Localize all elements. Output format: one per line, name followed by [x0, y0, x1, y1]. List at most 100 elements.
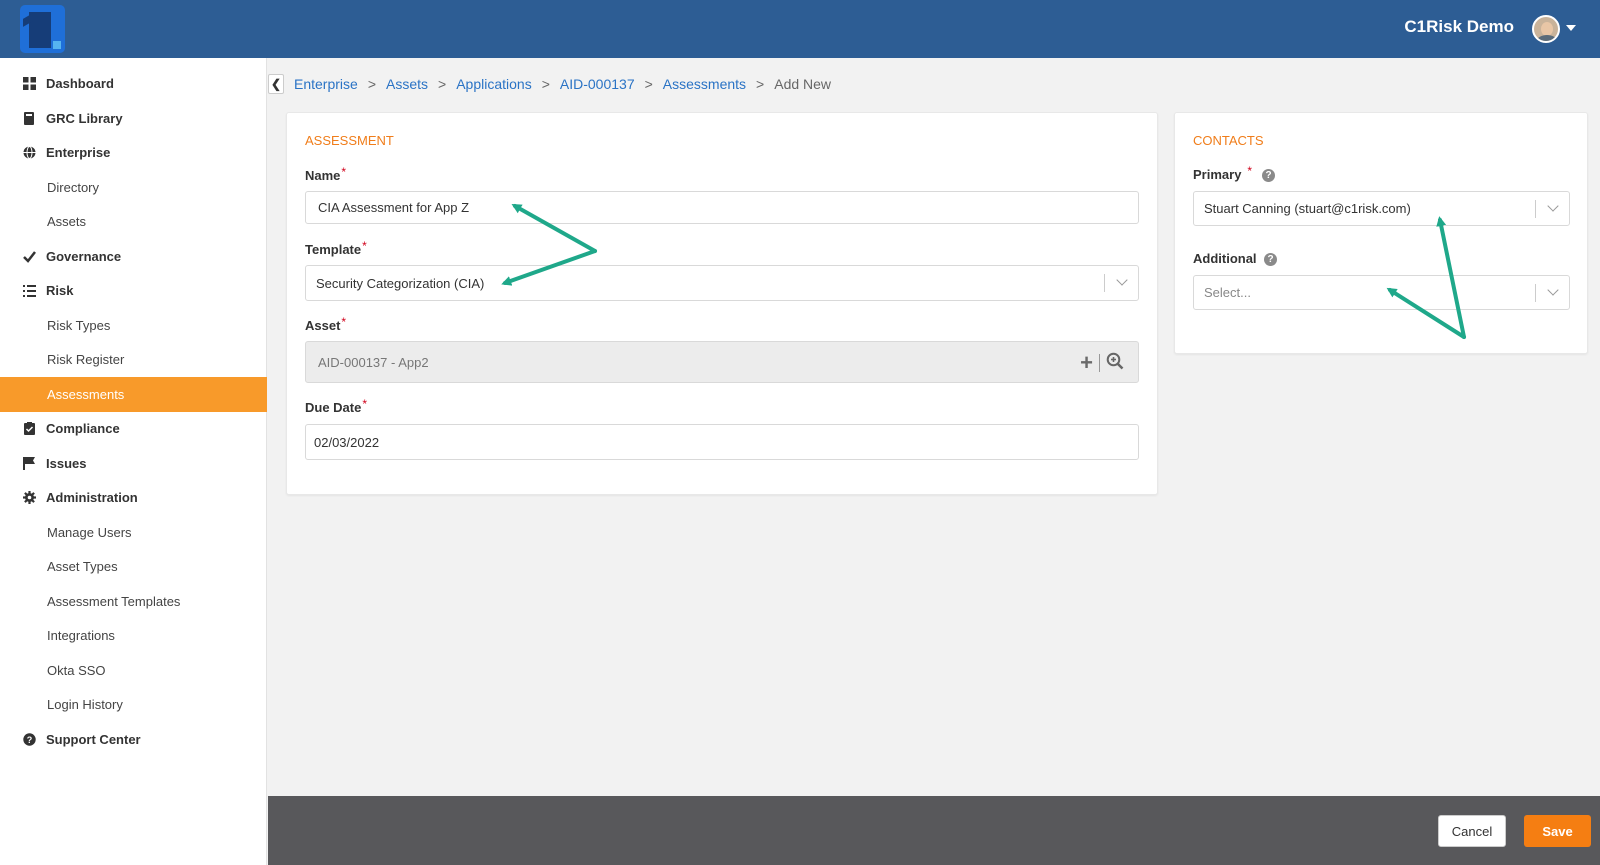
sidebar-item-label: Directory — [47, 180, 100, 195]
dashboard-icon — [22, 77, 36, 91]
chevron-down-icon[interactable] — [1547, 200, 1559, 212]
additional-contacts-placeholder: Select... — [1204, 285, 1251, 300]
chevron-down-icon[interactable] — [1547, 284, 1559, 296]
sidebar-item-label: Risk Types — [47, 318, 111, 333]
sidebar-item-risk-types[interactable]: Risk Types — [0, 308, 267, 343]
gear-icon — [22, 491, 36, 505]
sidebar-item-integrations[interactable]: Integrations — [0, 618, 267, 653]
additional-label: Additional — [1193, 251, 1257, 266]
sidebar-item-label: Governance — [46, 249, 122, 264]
due-date-input[interactable]: 02/03/2022 — [305, 424, 1139, 460]
sidebar-item-compliance[interactable]: Compliance — [0, 411, 267, 446]
sidebar-item-grc-library[interactable]: GRC Library — [0, 101, 267, 136]
sidebar-item-asset-types[interactable]: Asset Types — [0, 549, 267, 584]
assessment-section-title: ASSESSMENT — [305, 133, 394, 148]
sidebar-item-directory[interactable]: Directory — [0, 170, 267, 205]
check-icon — [22, 250, 36, 264]
help-icon[interactable]: ? — [1262, 169, 1275, 182]
name-label: Name* — [305, 165, 347, 183]
cancel-button[interactable]: Cancel — [1438, 815, 1506, 847]
breadcrumb-separator: > — [644, 76, 653, 92]
app-logo[interactable] — [20, 5, 65, 53]
globe-icon — [22, 146, 36, 160]
sidebar-item-assets[interactable]: Assets — [0, 204, 267, 239]
sidebar-item-risk-register[interactable]: Risk Register — [0, 342, 267, 377]
back-button[interactable]: ❮ — [268, 74, 284, 94]
breadcrumb-current: Add New — [774, 76, 832, 92]
chevron-left-icon: ❮ — [270, 77, 282, 91]
sidebar-item-label: Okta SSO — [47, 663, 106, 678]
required-marker: * — [362, 239, 367, 253]
template-select-value: Security Categorization (CIA) — [316, 275, 485, 291]
sidebar-item-label: Risk Register — [47, 352, 125, 367]
footer-bar — [268, 796, 1600, 865]
sidebar-item-label: Risk — [46, 283, 74, 298]
primary-label: Primary * — [1193, 164, 1253, 182]
flag-icon — [22, 457, 36, 471]
sidebar-item-label: Issues — [46, 456, 87, 471]
tool-divider — [1099, 353, 1100, 372]
sidebar-item-okta-sso[interactable]: Okta SSO — [0, 653, 267, 688]
user-name[interactable]: C1Risk Demo — [1404, 17, 1514, 37]
due-date-label: Due Date* — [305, 397, 368, 415]
breadcrumb-separator: > — [541, 76, 550, 92]
breadcrumb-separator: > — [367, 76, 376, 92]
top-bar: C1Risk Demo — [0, 0, 1600, 58]
sidebar-item-risk[interactable]: Risk — [0, 273, 267, 308]
name-input[interactable]: CIA Assessment for App Z — [305, 191, 1139, 224]
sidebar-item-label: Administration — [46, 490, 138, 505]
save-button[interactable]: Save — [1524, 815, 1591, 847]
breadcrumb-enterprise[interactable]: Enterprise — [294, 76, 358, 92]
sidebar-item-label: Compliance — [46, 421, 120, 436]
asset-tools: + — [1080, 351, 1124, 373]
sidebar-item-dashboard[interactable]: Dashboard — [0, 66, 267, 101]
sidebar-item-label: Support Center — [46, 732, 141, 747]
template-label: Template* — [305, 239, 367, 257]
asset-field: AID-000137 - App2 + — [305, 341, 1139, 383]
breadcrumb: Enterprise > Assets > Applications > AID… — [294, 76, 831, 92]
sidebar-item-administration[interactable]: Administration — [0, 480, 267, 515]
required-marker: * — [341, 315, 347, 329]
select-divider — [1535, 200, 1536, 218]
select-divider — [1104, 274, 1105, 292]
plus-icon[interactable]: + — [1080, 351, 1093, 373]
chevron-down-icon[interactable] — [1116, 274, 1128, 286]
clipboard-check-icon — [22, 422, 36, 436]
required-marker: * — [341, 165, 347, 179]
breadcrumb-asset-id[interactable]: AID-000137 — [560, 76, 635, 92]
breadcrumb-assets[interactable]: Assets — [386, 76, 428, 92]
sidebar-item-support-center[interactable]: ? Support Center — [0, 722, 267, 757]
sidebar-item-label: Integrations — [47, 628, 115, 643]
avatar[interactable] — [1532, 15, 1560, 43]
required-marker: * — [1247, 164, 1253, 178]
contacts-section-title: CONTACTS — [1193, 133, 1264, 148]
sidebar-item-login-history[interactable]: Login History — [0, 687, 267, 722]
sidebar-item-enterprise[interactable]: Enterprise — [0, 135, 267, 170]
search-icon[interactable] — [1106, 352, 1124, 373]
sidebar-item-manage-users[interactable]: Manage Users — [0, 515, 267, 550]
sidebar-item-assessments[interactable]: Assessments — [0, 377, 267, 412]
sidebar-item-label: Assets — [47, 214, 87, 229]
svg-text:?: ? — [26, 735, 32, 745]
additional-contacts-select[interactable]: Select... — [1193, 275, 1570, 310]
sidebar-item-governance[interactable]: Governance — [0, 239, 267, 274]
sidebar-item-assessment-templates[interactable]: Assessment Templates — [0, 584, 267, 619]
help-icon[interactable]: ? — [1264, 253, 1277, 266]
question-circle-icon: ? — [22, 733, 36, 747]
book-icon — [22, 112, 36, 126]
sidebar-item-label: Manage Users — [47, 525, 132, 540]
breadcrumb-separator: > — [756, 76, 765, 92]
template-select[interactable]: Security Categorization (CIA) — [305, 265, 1139, 301]
breadcrumb-assessments[interactable]: Assessments — [663, 76, 746, 92]
sidebar: Dashboard GRC Library Enterprise Directo… — [0, 58, 267, 865]
chevron-down-icon[interactable] — [1566, 25, 1576, 31]
sidebar-item-label: Login History — [47, 697, 123, 712]
select-divider — [1535, 284, 1536, 302]
asset-label: Asset* — [305, 315, 347, 333]
primary-contact-select[interactable]: Stuart Canning (stuart@c1risk.com) — [1193, 191, 1570, 226]
list-icon — [22, 284, 36, 298]
sidebar-item-label: Dashboard — [46, 76, 114, 91]
breadcrumb-applications[interactable]: Applications — [456, 76, 532, 92]
sidebar-item-issues[interactable]: Issues — [0, 446, 267, 481]
primary-contact-value: Stuart Canning (stuart@c1risk.com) — [1204, 201, 1411, 216]
